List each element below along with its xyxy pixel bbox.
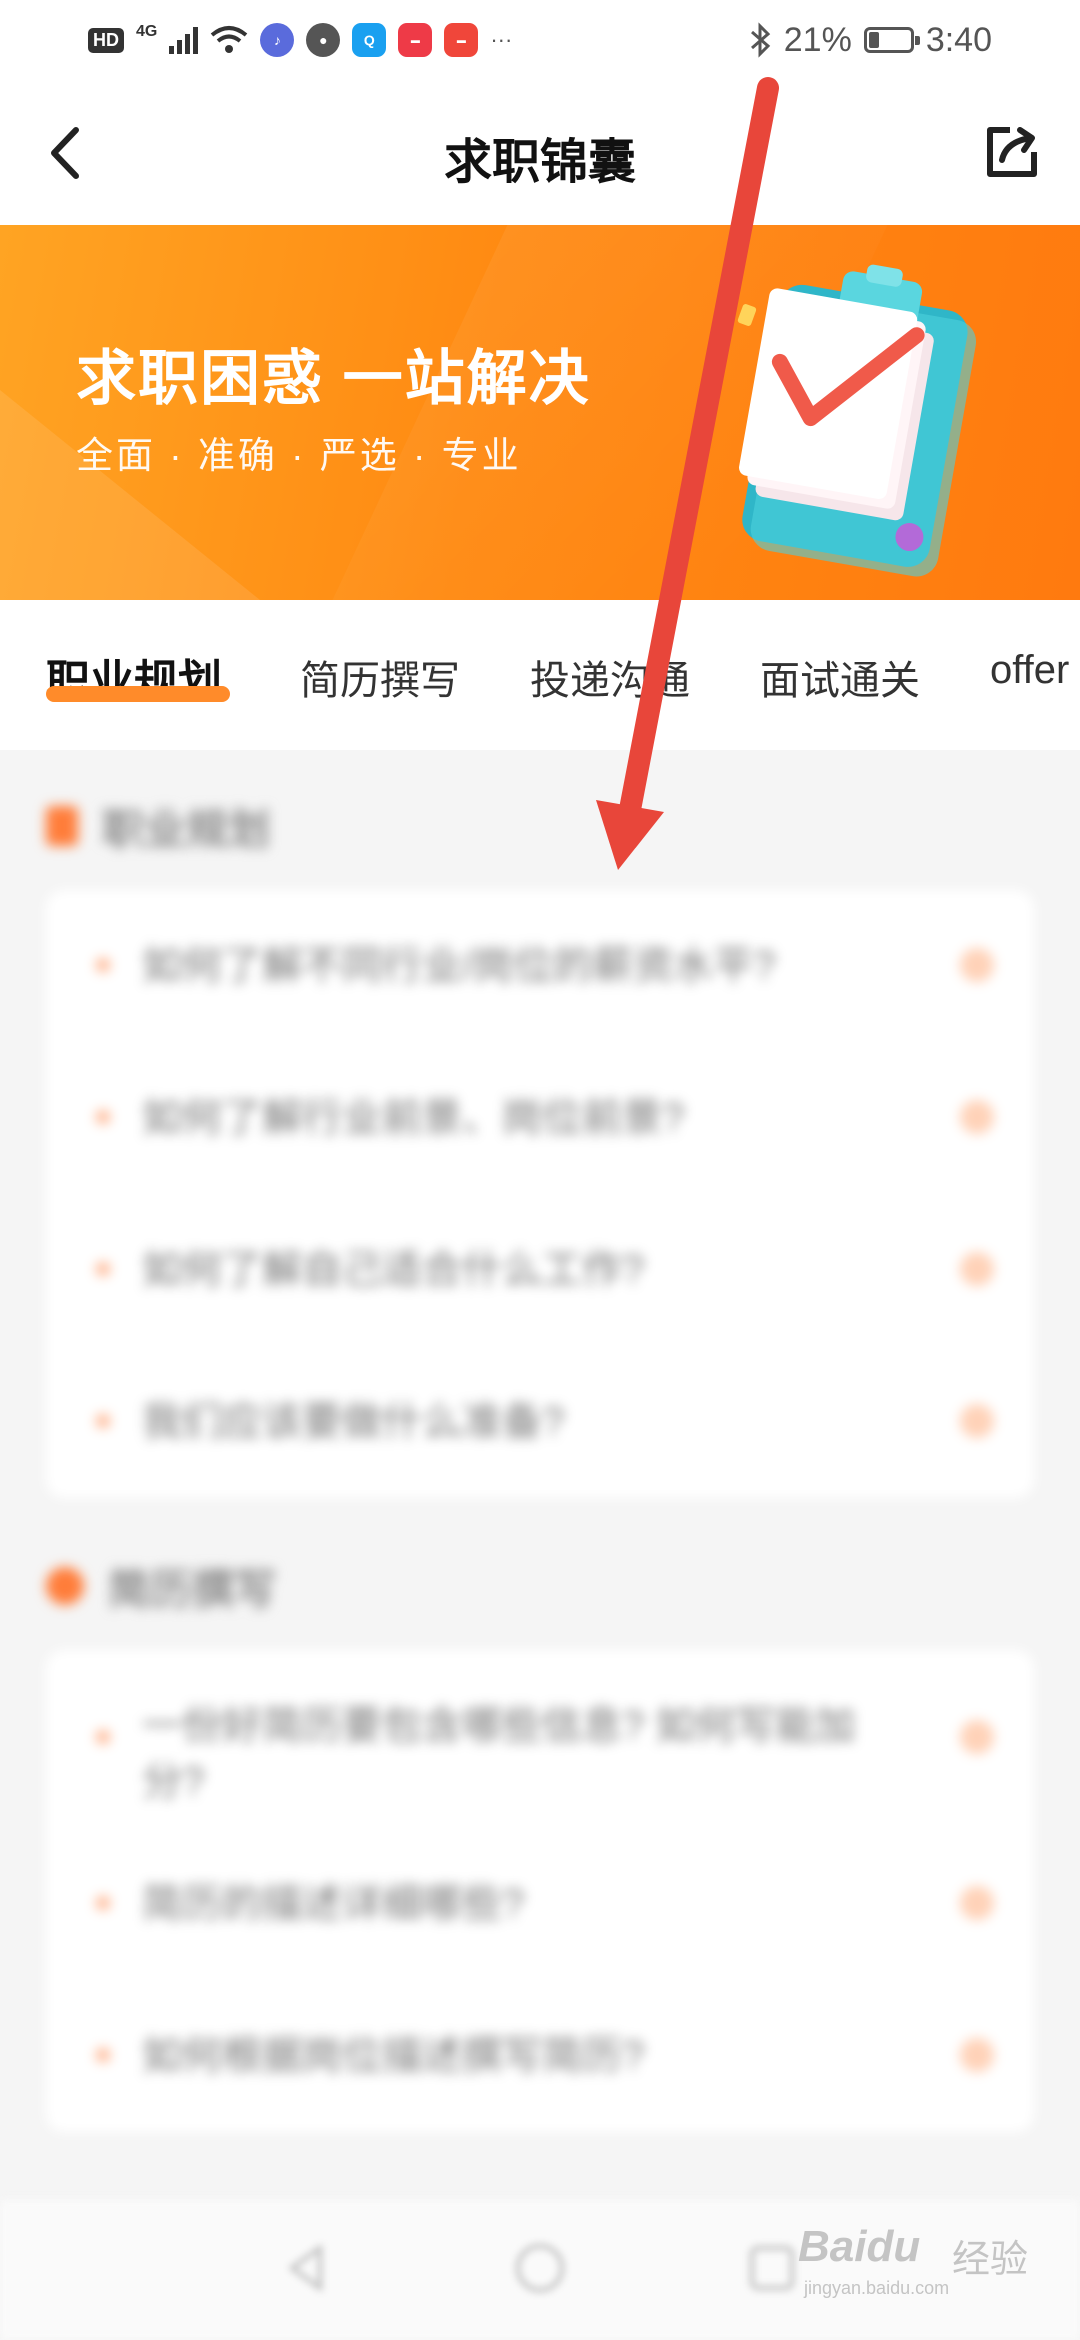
tab-interview[interactable]: 面试通关 xyxy=(760,648,920,706)
bullet-icon xyxy=(96,958,110,972)
banner-subtitle: 全面 · 准确 · 严选 · 专业 xyxy=(76,435,522,476)
network-type: 4G xyxy=(136,23,158,40)
watermark-url: jingyan.baidu.com xyxy=(804,2278,950,2298)
chevron-right-icon xyxy=(960,1252,994,1286)
chevron-right-icon xyxy=(960,1100,994,1134)
bullet-icon xyxy=(96,1262,110,1276)
signal-icon xyxy=(169,26,199,54)
question-text: 如何根据岗位描述撰写简历? xyxy=(142,2034,645,2078)
tab-resume-writing[interactable]: 简历撰写 xyxy=(300,648,460,706)
bullet-icon xyxy=(96,1414,110,1428)
page-title: 求职锦囊 xyxy=(443,136,636,189)
chevron-right-icon xyxy=(960,1720,994,1754)
question-text: 简历的描述详细哪些? xyxy=(142,1882,525,1926)
clipboard-checkmark-icon xyxy=(737,264,977,577)
nav-home-icon[interactable] xyxy=(512,2240,568,2296)
app-header: 求职锦囊 xyxy=(0,80,1080,225)
promo-banner[interactable]: 求职困惑 一站解决 全面 · 准确 · 严选 · 专业 xyxy=(0,225,1080,600)
question-row[interactable]: 我们应该要做什么准备? xyxy=(46,1346,1034,1498)
tab-application-communication[interactable]: 投递沟通 xyxy=(530,648,690,706)
banner-title: 求职困惑 一站解决 xyxy=(76,345,591,412)
active-tab-indicator xyxy=(46,686,230,702)
section-header: 简历撰写 xyxy=(46,1556,276,1616)
music-app-icon: ♪ xyxy=(260,23,295,57)
question-row[interactable]: 如何了解行业前景、岗位前景? xyxy=(46,1042,1034,1194)
chevron-right-icon xyxy=(960,1404,994,1438)
question-card: 如何了解不同行业/岗位的薪资水平? 如何了解行业前景、岗位前景? 如何了解自己适… xyxy=(46,890,1034,1498)
question-row[interactable]: 一份好简历要包含哪些信息? 如何写能加分? xyxy=(46,1650,1034,1828)
section-title: 职业规划 xyxy=(102,805,271,853)
status-left: HD 4G ♪ ● Q ▬ ▬ ··· xyxy=(88,20,512,60)
share-icon[interactable] xyxy=(982,122,1042,182)
baidu-jingyan-watermark: Baidu 经验 jingyan.baidu.com xyxy=(798,2222,1028,2302)
search-app-icon: Q xyxy=(352,23,387,57)
huawei-store-icon: ▬ xyxy=(444,23,479,57)
status-right: 21% 3:40 xyxy=(748,20,992,60)
chevron-right-icon xyxy=(960,2038,994,2072)
nav-back-icon[interactable] xyxy=(280,2240,336,2296)
bluetooth-icon xyxy=(750,22,770,58)
battery-percent: 21% xyxy=(783,20,852,59)
chevron-right-icon xyxy=(960,948,994,982)
more-notifications: ··· xyxy=(490,27,513,52)
question-row[interactable]: 简历的描述详细哪些? xyxy=(46,1828,1034,1980)
question-text: 我们应该要做什么准备? xyxy=(142,1400,565,1444)
bullet-icon xyxy=(96,1896,110,1910)
section-header: 职业规划 xyxy=(46,796,270,856)
watermark-suffix: 经验 xyxy=(951,2239,1028,2281)
chevron-right-icon xyxy=(960,1886,994,1920)
content-list: 职业规划 如何了解不同行业/岗位的薪资水平? 如何了解行业前景、岗位前景? 如何… xyxy=(0,750,1080,2250)
clock: 3:40 xyxy=(925,20,992,59)
huawei-app-icon: ▬ xyxy=(398,23,433,57)
battery-icon xyxy=(863,27,920,53)
status-bar: HD 4G ♪ ● Q ▬ ▬ ··· 21% 3:40 xyxy=(0,0,1080,80)
nav-recents-icon[interactable] xyxy=(744,2240,800,2296)
question-row[interactable]: 如何根据岗位描述撰写简历? xyxy=(46,1980,1034,2132)
question-text: 如何了解自己适合什么工作? xyxy=(142,1248,645,1292)
section-icon xyxy=(46,1567,84,1605)
hd-badge: HD xyxy=(88,27,124,53)
section-title: 简历撰写 xyxy=(108,1565,277,1613)
category-tabs: 职业规划 简历撰写 投递沟通 面试通关 offer xyxy=(0,600,1080,750)
tab-offer[interactable]: offer xyxy=(990,648,1069,693)
question-text: 如何了解行业前景、岗位前景? xyxy=(142,1096,685,1140)
question-card: 一份好简历要包含哪些信息? 如何写能加分? 简历的描述详细哪些? 如何根据岗位描… xyxy=(46,1650,1034,2132)
messages-app-icon: ● xyxy=(306,23,341,57)
bullet-icon xyxy=(96,1110,110,1124)
watermark-brand: Baidu xyxy=(798,2222,921,2271)
bullet-icon xyxy=(96,2048,110,2062)
question-row[interactable]: 如何了解不同行业/岗位的薪资水平? xyxy=(46,890,1034,1042)
question-text: 一份好简历要包含哪些信息? 如何写能加分? xyxy=(142,1704,856,1804)
question-row[interactable]: 如何了解自己适合什么工作? xyxy=(46,1194,1034,1346)
bullet-icon xyxy=(96,1730,110,1744)
bookmark-icon xyxy=(46,806,78,846)
banner-decoration xyxy=(0,390,260,600)
question-text: 如何了解不同行业/岗位的薪资水平? xyxy=(142,944,776,988)
wifi-icon xyxy=(211,26,248,53)
